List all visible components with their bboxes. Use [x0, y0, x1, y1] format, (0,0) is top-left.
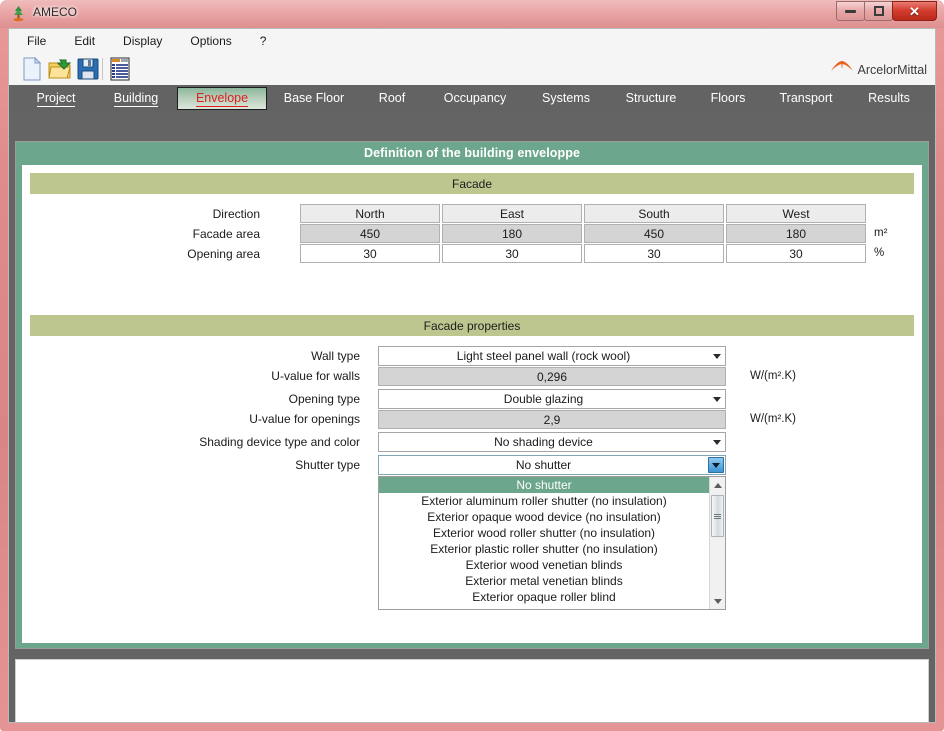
save-floppy-icon[interactable]: [75, 56, 101, 82]
chevron-down-icon[interactable]: [708, 347, 725, 365]
maximize-button[interactable]: [864, 1, 893, 21]
application-window: AMECO ✕ File Edit Display Options ? Arce…: [0, 0, 944, 731]
menu-options[interactable]: Options: [188, 32, 233, 50]
unit-u-value-walls: W/(m².K): [750, 370, 796, 382]
tree-icon: [10, 5, 27, 22]
tab-structure[interactable]: Structure: [609, 87, 693, 110]
tab-strip: Project Building Envelope Base Floor Roo…: [9, 85, 935, 112]
opening-area-north[interactable]: 30: [300, 244, 440, 263]
client-area: File Edit Display Options ? ArcelorMitta…: [8, 28, 936, 723]
dropdown-option-2[interactable]: Exterior opaque wood device (no insulati…: [379, 509, 709, 525]
arcelormittal-swoosh-icon: [830, 60, 854, 79]
tab-transport[interactable]: Transport: [763, 87, 849, 110]
page-title: Definition of the building enveloppe: [363, 146, 581, 160]
toolbar-separator: [102, 58, 103, 80]
shutter-type-combo[interactable]: No shutter: [378, 455, 726, 475]
unit-u-value-openings: W/(m².K): [750, 413, 796, 425]
tab-envelope[interactable]: Envelope: [177, 87, 267, 110]
panel-body: Facade Direction Facade area Opening are…: [22, 165, 922, 643]
tab-base-floor[interactable]: Base Floor: [271, 87, 357, 110]
wall-type-combo[interactable]: Light steel panel wall (rock wool): [378, 346, 726, 366]
new-document-icon[interactable]: [19, 56, 45, 82]
dropdown-option-4[interactable]: Exterior plastic roller shutter (no insu…: [379, 541, 709, 557]
tab-results[interactable]: Results: [853, 87, 925, 110]
shutter-type-dropdown-list[interactable]: No shutter Exterior aluminum roller shut…: [378, 476, 726, 610]
direction-cell-west: West: [726, 204, 866, 223]
minimize-button[interactable]: [836, 1, 865, 21]
menu-help[interactable]: ?: [258, 32, 269, 50]
dropdown-option-7[interactable]: Exterior opaque roller blind: [379, 589, 709, 605]
u-value-openings-value: 2,9: [378, 410, 726, 429]
label-opening-area: Opening area: [187, 247, 260, 261]
dropdown-scrollbar[interactable]: [709, 477, 725, 609]
shading-device-value: No shading device: [494, 435, 593, 449]
opening-type-combo[interactable]: Double glazing: [378, 389, 726, 409]
menu-edit[interactable]: Edit: [72, 32, 97, 50]
toolbar: ArcelorMittal: [9, 53, 935, 85]
opening-area-west[interactable]: 30: [726, 244, 866, 263]
brand-logo: ArcelorMittal: [830, 60, 927, 79]
scrollbar-thumb[interactable]: [711, 495, 724, 537]
label-u-value-openings: U-value for openings: [249, 412, 360, 426]
u-value-walls-value: 0,296: [378, 367, 726, 386]
tab-occupancy[interactable]: Occupancy: [427, 87, 523, 110]
section-header-facade-properties: Facade properties: [30, 315, 914, 336]
dropdown-option-5[interactable]: Exterior wood venetian blinds: [379, 557, 709, 573]
scroll-down-arrow-icon[interactable]: [710, 593, 725, 609]
close-button[interactable]: ✕: [892, 1, 937, 21]
direction-cell-north: North: [300, 204, 440, 223]
facade-area-south[interactable]: 450: [584, 224, 724, 243]
status-panel: [15, 659, 929, 722]
opening-area-south[interactable]: 30: [584, 244, 724, 263]
tab-project[interactable]: Project: [19, 87, 93, 110]
opening-area-east[interactable]: 30: [442, 244, 582, 263]
close-icon: ✕: [909, 3, 920, 19]
menu-file[interactable]: File: [25, 32, 48, 50]
tab-systems[interactable]: Systems: [527, 87, 605, 110]
menu-display[interactable]: Display: [121, 32, 164, 50]
label-wall-type: Wall type: [311, 349, 360, 363]
chevron-down-icon[interactable]: [708, 457, 724, 473]
menu-bar: File Edit Display Options ?: [9, 29, 935, 53]
facade-area-east[interactable]: 180: [442, 224, 582, 243]
open-folder-icon[interactable]: [47, 56, 73, 82]
envelope-panel: Definition of the building enveloppe Fac…: [15, 141, 929, 649]
scroll-up-arrow-icon[interactable]: [710, 477, 725, 493]
unit-opening-area: %: [874, 247, 885, 259]
work-area: Definition of the building enveloppe Fac…: [9, 112, 935, 722]
brand-text: ArcelorMittal: [857, 62, 927, 77]
minimize-icon: [845, 9, 856, 13]
dropdown-option-3[interactable]: Exterior wood roller shutter (no insulat…: [379, 525, 709, 541]
label-shutter-type: Shutter type: [295, 458, 360, 472]
opening-type-value: Double glazing: [503, 392, 584, 406]
label-direction: Direction: [212, 207, 260, 221]
dropdown-option-6[interactable]: Exterior metal venetian blinds: [379, 573, 709, 589]
facade-area-west[interactable]: 180: [726, 224, 866, 243]
window-title: AMECO: [33, 5, 78, 19]
label-opening-type: Opening type: [288, 392, 360, 406]
restore-icon: [873, 6, 884, 16]
tab-roof[interactable]: Roof: [361, 87, 423, 110]
report-document-icon[interactable]: [107, 56, 133, 82]
label-shading-device: Shading device type and color: [199, 435, 360, 449]
chevron-down-icon[interactable]: [708, 433, 725, 451]
section-header-facade: Facade: [30, 173, 914, 194]
titlebar: AMECO ✕: [0, 0, 944, 28]
shading-device-combo[interactable]: No shading device: [378, 432, 726, 452]
dropdown-option-0[interactable]: No shutter: [379, 477, 709, 493]
tab-building[interactable]: Building: [97, 87, 175, 110]
dropdown-option-1[interactable]: Exterior aluminum roller shutter (no ins…: [379, 493, 709, 509]
facade-area-north[interactable]: 450: [300, 224, 440, 243]
unit-facade-area: m²: [874, 227, 888, 239]
direction-cell-south: South: [584, 204, 724, 223]
tab-floors[interactable]: Floors: [697, 87, 759, 110]
chevron-down-icon[interactable]: [708, 390, 725, 408]
wall-type-value: Light steel panel wall (rock wool): [456, 349, 631, 363]
label-facade-area: Facade area: [192, 227, 260, 241]
label-u-value-walls: U-value for walls: [271, 369, 360, 383]
direction-cell-east: East: [442, 204, 582, 223]
shutter-type-value: No shutter: [515, 458, 572, 472]
